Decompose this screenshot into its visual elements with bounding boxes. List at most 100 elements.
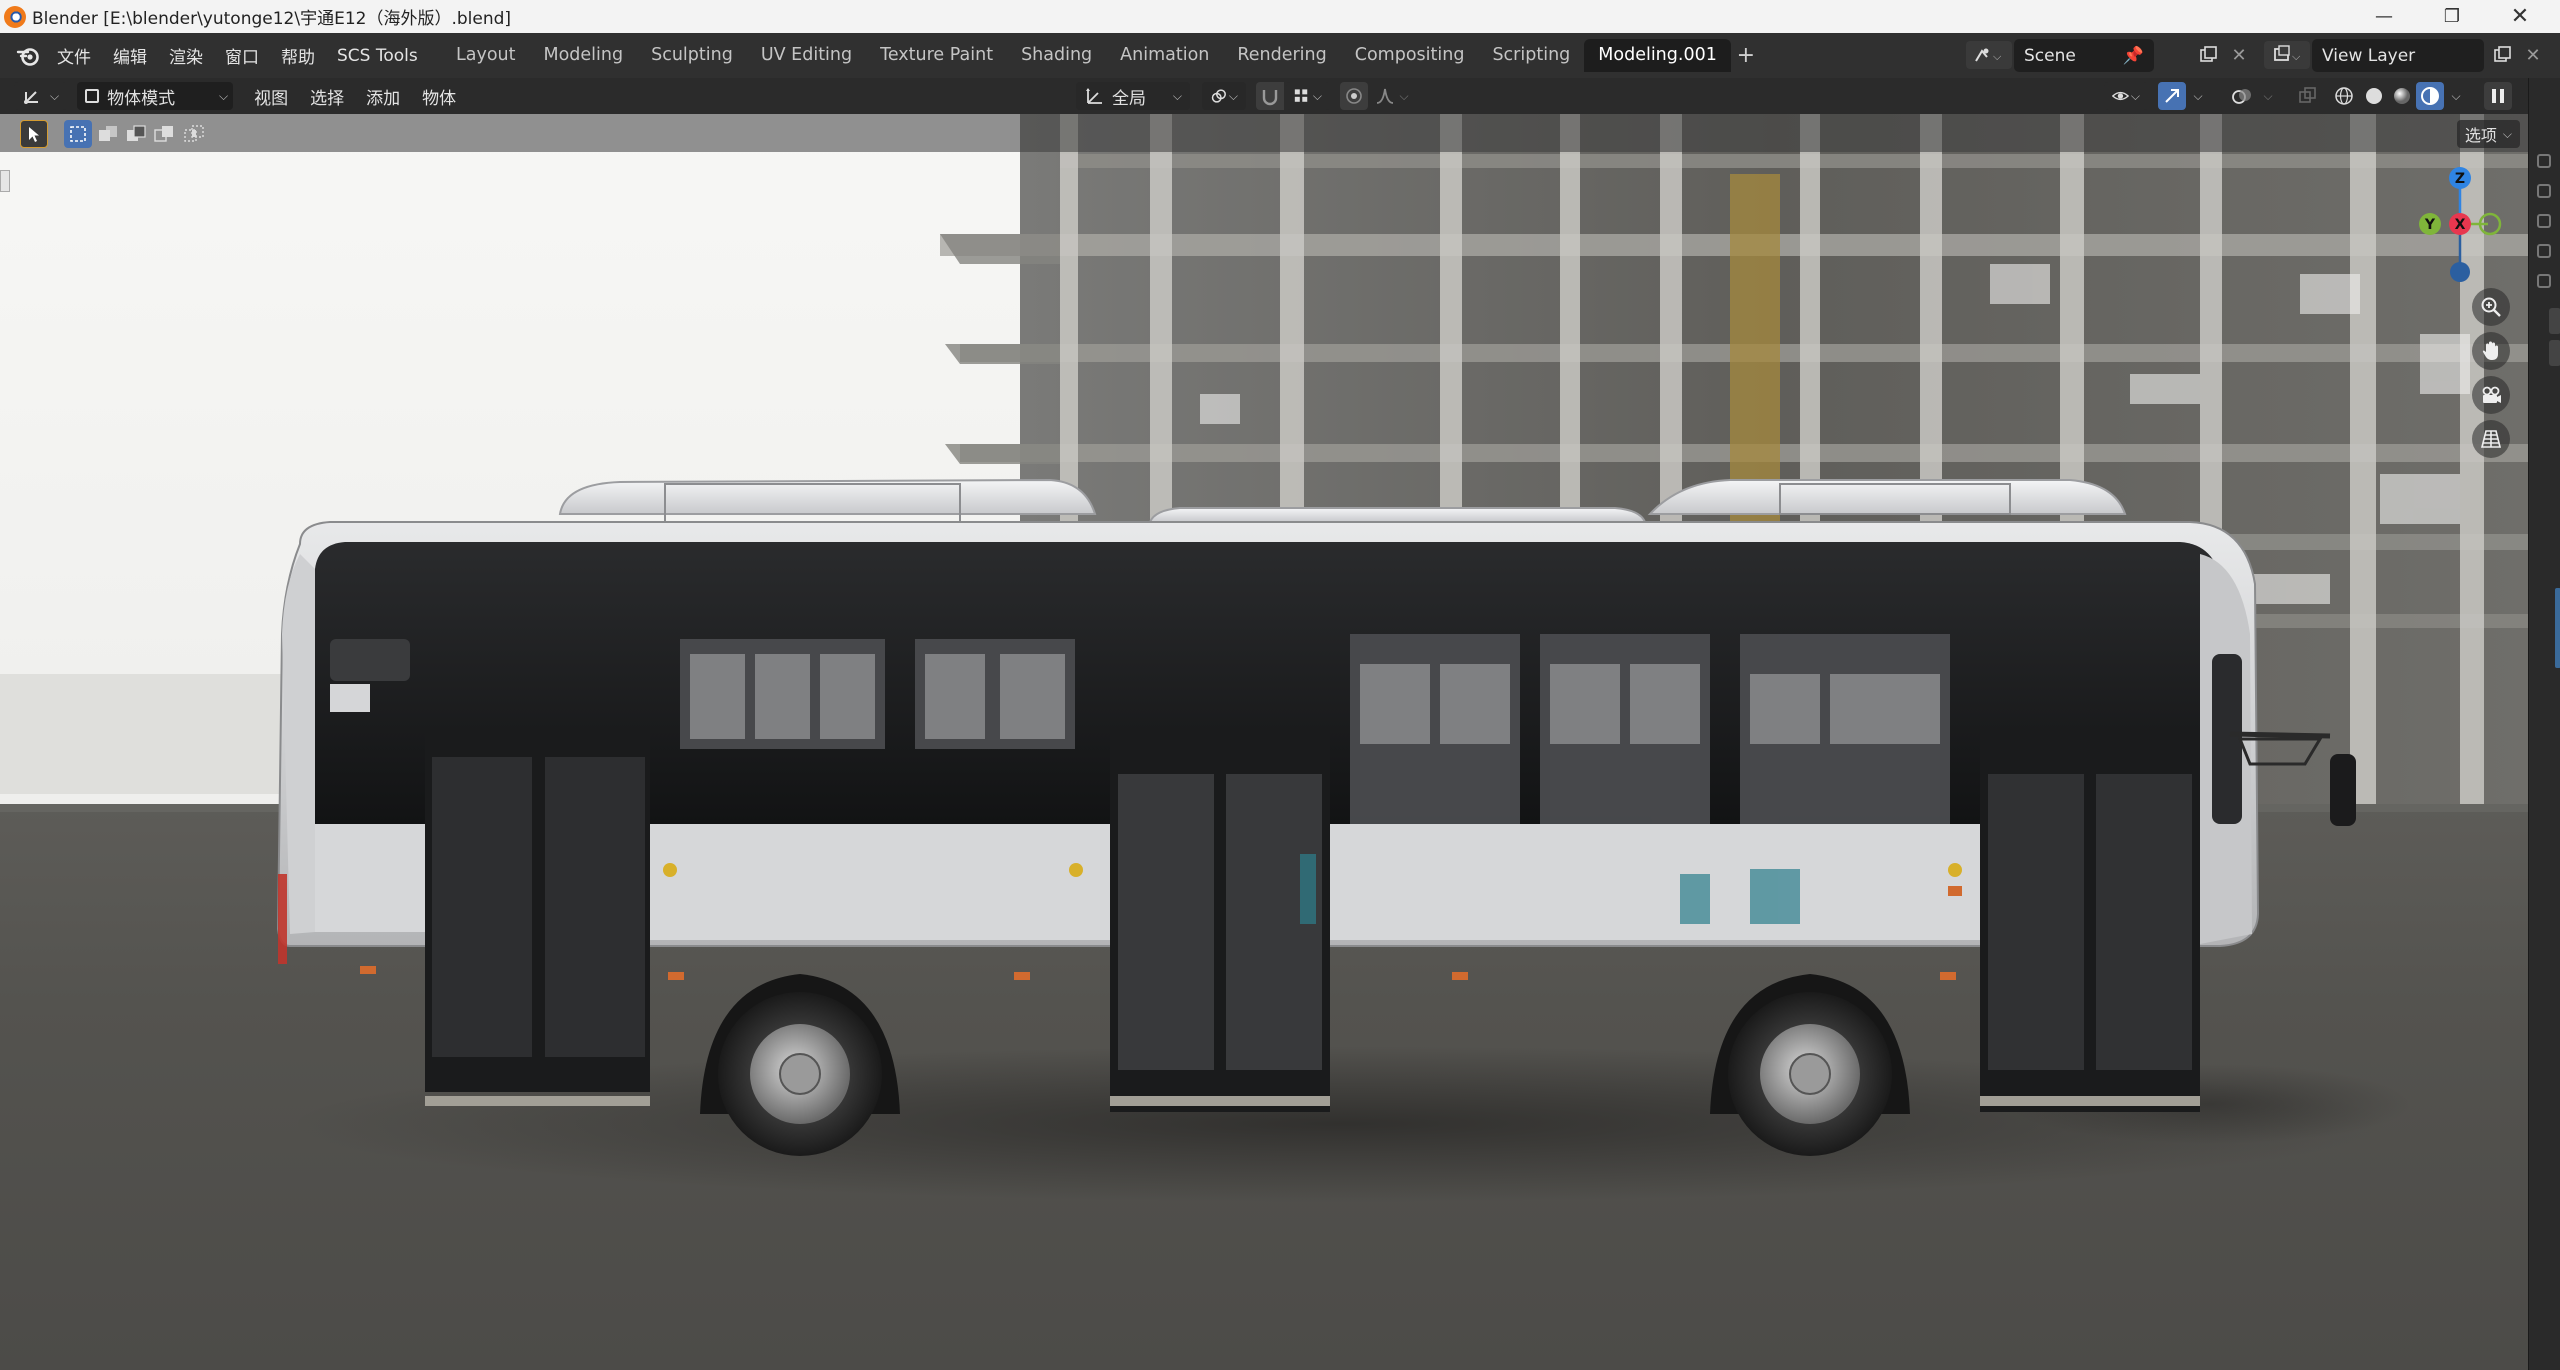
- new-view-layer-button[interactable]: [2488, 41, 2518, 69]
- workspace-tabs: Layout Modeling Sculpting UV Editing Tex…: [442, 39, 1761, 72]
- sidebar-tab[interactable]: [2549, 308, 2560, 334]
- tab-animation[interactable]: Animation: [1106, 39, 1223, 72]
- sidebar-scroll-indicator[interactable]: [2555, 588, 2560, 668]
- tab-layout[interactable]: Layout: [442, 39, 530, 72]
- editor-type-dropdown[interactable]: ⌵: [14, 82, 68, 110]
- snap-toggle[interactable]: [1256, 82, 1284, 110]
- tab-shading[interactable]: Shading: [1007, 39, 1106, 72]
- pause-icon: [2492, 89, 2504, 103]
- object-mode-icon: [85, 89, 100, 103]
- sidebar-tab[interactable]: [2549, 340, 2560, 366]
- camera-view-button[interactable]: [2472, 376, 2510, 414]
- sidebar-checkbox[interactable]: [2537, 244, 2551, 258]
- restore-button[interactable]: ❐: [2420, 0, 2484, 33]
- gizmo-neg-z-axis[interactable]: [2450, 262, 2470, 282]
- pan-hand-icon: [2482, 341, 2498, 360]
- scene-browse-button[interactable]: ⌵: [1966, 41, 2012, 69]
- select-subtract-icon: [127, 125, 146, 141]
- rendered-scene: [0, 114, 2528, 1370]
- menu-render[interactable]: 渲染: [158, 43, 214, 68]
- pan-button[interactable]: [2472, 332, 2510, 370]
- pivot-icon: [1211, 89, 1226, 103]
- blender-logo-icon: [4, 5, 26, 28]
- scene-name-field[interactable]: Scene 📌: [2014, 39, 2154, 72]
- overlay-dropdown[interactable]: ⌵: [2258, 82, 2278, 110]
- select-new-button[interactable]: [64, 120, 92, 148]
- menu-edit[interactable]: 编辑: [102, 43, 158, 68]
- select-tool-button[interactable]: [20, 120, 48, 148]
- delete-view-layer-button[interactable]: ✕: [2518, 41, 2548, 69]
- close-window-button[interactable]: ✕: [2488, 0, 2552, 33]
- menu-help[interactable]: 帮助: [270, 43, 326, 68]
- object-mode-dropdown[interactable]: 物体模式 ⌵: [77, 82, 234, 110]
- shading-dropdown[interactable]: ⌵: [2446, 82, 2466, 110]
- select-intersect-button[interactable]: [180, 120, 208, 148]
- new-scene-button[interactable]: [2194, 41, 2224, 69]
- add-workspace-button[interactable]: +: [1731, 43, 1761, 68]
- zoom-button[interactable]: [2472, 288, 2510, 326]
- proportional-edit-toggle[interactable]: [1340, 82, 1368, 110]
- duplicate-icon: [2200, 46, 2217, 62]
- delete-scene-button[interactable]: ✕: [2224, 41, 2254, 69]
- transform-orientation-icon: [1086, 88, 1102, 104]
- options-dropdown[interactable]: 选项 ⌵: [2456, 120, 2520, 148]
- tab-scripting[interactable]: Scripting: [1478, 39, 1584, 72]
- perspective-toggle-button[interactable]: [2472, 420, 2510, 458]
- bus-model[interactable]: [276, 478, 2356, 1156]
- sidebar-checkbox[interactable]: [2537, 184, 2551, 198]
- tab-modeling[interactable]: Modeling: [530, 39, 638, 72]
- wireframe-shading-button[interactable]: [2330, 82, 2358, 110]
- minimize-button[interactable]: —: [2352, 0, 2416, 33]
- object-mode-label: 物体模式: [107, 88, 176, 109]
- gizmo-toggle[interactable]: [2158, 82, 2186, 110]
- rendered-shading-button[interactable]: [2416, 82, 2444, 110]
- sidebar-checkbox[interactable]: [2537, 274, 2551, 288]
- tab-uv-editing[interactable]: UV Editing: [747, 39, 866, 72]
- blender-menu-icon[interactable]: [10, 40, 46, 72]
- menu-scs-tools[interactable]: SCS Tools: [326, 46, 429, 66]
- menu-select[interactable]: 选择: [299, 84, 355, 109]
- right-sidebar-strip[interactable]: [2528, 78, 2560, 1370]
- sidebar-checkbox[interactable]: [2537, 154, 2551, 168]
- snap-target-dropdown[interactable]: ⌵: [1286, 82, 1330, 110]
- zoom-icon: [2481, 297, 2501, 317]
- navigation-gizmo[interactable]: Z Y X: [2410, 160, 2510, 290]
- select-subtract-button[interactable]: [122, 120, 150, 148]
- menu-window[interactable]: 窗口: [214, 43, 270, 68]
- gizmo-dropdown[interactable]: ⌵: [2188, 82, 2208, 110]
- snap-icon: [1262, 90, 1278, 106]
- 3d-viewport[interactable]: 选项 ⌵ Z Y X: [0, 114, 2528, 1370]
- tab-compositing[interactable]: Compositing: [1341, 39, 1479, 72]
- view-layer-name-field[interactable]: View Layer: [2312, 39, 2484, 72]
- viewport-header: ⌵ 物体模式 ⌵ 视图 选择 添加 物体 全局 ⌵ ⌵ ⌵ ⌵ ⌵ ⌵ ⌵ ⌵: [0, 78, 2528, 114]
- tab-sculpting[interactable]: Sculpting: [637, 39, 747, 72]
- tab-modeling-001[interactable]: Modeling.001: [1584, 39, 1731, 72]
- xray-toggle[interactable]: [2294, 82, 2322, 110]
- menu-view[interactable]: 视图: [243, 84, 299, 109]
- gizmo-z-label: Z: [2455, 171, 2465, 187]
- tab-rendering[interactable]: Rendering: [1223, 39, 1340, 72]
- tab-texture-paint[interactable]: Texture Paint: [866, 39, 1007, 72]
- transform-orientation-dropdown[interactable]: 全局 ⌵: [1076, 82, 1190, 110]
- solid-shading-button[interactable]: [2360, 82, 2388, 110]
- gizmo-x-label: X: [2455, 217, 2466, 233]
- pivot-point-dropdown[interactable]: ⌵: [1202, 82, 1246, 110]
- select-invert-button[interactable]: [150, 120, 178, 148]
- visibility-dropdown[interactable]: ⌵: [2104, 82, 2148, 110]
- bus-front-door: [425, 732, 650, 1106]
- menu-add[interactable]: 添加: [355, 84, 411, 109]
- overlay-toggle[interactable]: [2228, 82, 2256, 110]
- view-layer-browse-button[interactable]: ⌵: [2264, 41, 2310, 69]
- sidebar-checkbox[interactable]: [2537, 214, 2551, 228]
- menu-object[interactable]: 物体: [411, 84, 467, 109]
- pin-icon[interactable]: 📌: [2123, 46, 2144, 66]
- select-extend-button[interactable]: [94, 120, 122, 148]
- pause-render-button[interactable]: [2484, 82, 2512, 110]
- toolbar-collapse-handle[interactable]: [0, 170, 10, 192]
- duplicate-icon: [2494, 46, 2511, 62]
- menu-file[interactable]: 文件: [46, 43, 102, 68]
- falloff-dropdown[interactable]: ⌵: [1372, 82, 1412, 110]
- visibility-icon: [2112, 91, 2129, 101]
- overlay-icon: [2232, 89, 2251, 104]
- material-shading-button[interactable]: [2388, 82, 2416, 110]
